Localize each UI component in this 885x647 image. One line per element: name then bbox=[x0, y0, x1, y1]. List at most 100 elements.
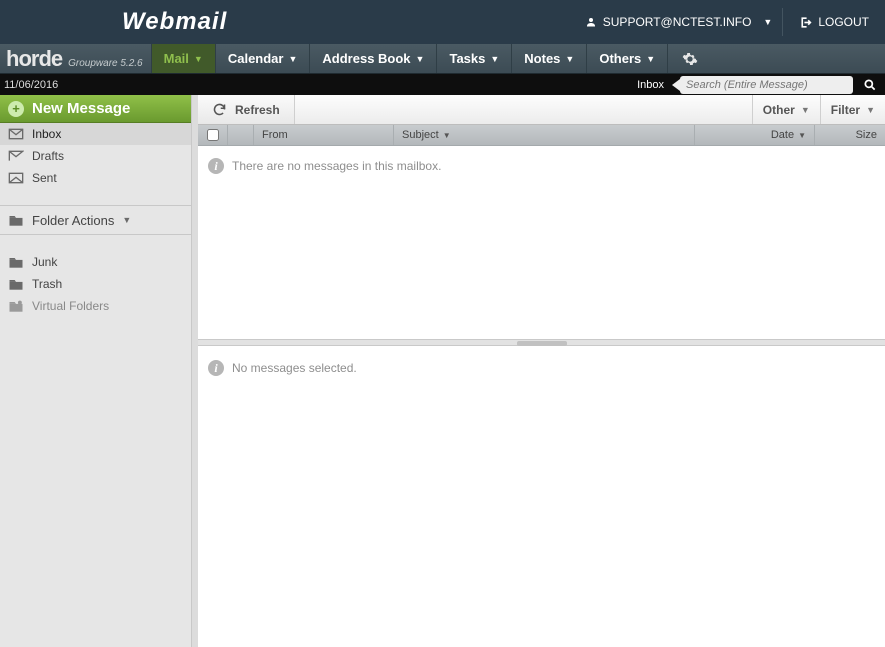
compose-button[interactable]: + New Message bbox=[0, 95, 191, 123]
column-from[interactable]: From bbox=[254, 125, 394, 145]
column-date[interactable]: Date ▼ bbox=[695, 125, 815, 145]
refresh-icon bbox=[212, 102, 227, 117]
caret-down-icon: ▼ bbox=[288, 54, 297, 64]
horde-version: Groupware 5.2.6 bbox=[68, 58, 143, 69]
caret-down-icon: ▼ bbox=[122, 215, 131, 225]
arrow-left-icon bbox=[672, 79, 680, 91]
folder-actions-label: Folder Actions bbox=[32, 213, 114, 228]
info-icon: i bbox=[208, 360, 224, 376]
sort-desc-icon: ▼ bbox=[798, 131, 806, 140]
logout-label: LOGOUT bbox=[818, 15, 869, 29]
nav-label: Notes bbox=[524, 51, 560, 66]
sidebar-mailbox-trash[interactable]: Trash bbox=[0, 273, 191, 295]
filter-label: Filter bbox=[831, 103, 860, 117]
caret-down-icon: ▼ bbox=[801, 105, 810, 115]
nav-label: Mail bbox=[164, 51, 189, 66]
nav-addressbook[interactable]: Address Book ▼ bbox=[309, 44, 436, 73]
sidebar-mailbox-drafts[interactable]: Drafts bbox=[0, 145, 191, 167]
sidebar-item-label: Inbox bbox=[32, 127, 61, 141]
plus-icon: + bbox=[8, 101, 24, 117]
logout-button[interactable]: LOGOUT bbox=[783, 15, 885, 29]
nav-label: Tasks bbox=[449, 51, 485, 66]
sidebar: + New Message Inbox Drafts Sent bbox=[0, 95, 192, 647]
refresh-button[interactable]: Refresh bbox=[198, 95, 295, 124]
column-flag[interactable] bbox=[228, 125, 254, 145]
sidebar-item-label: Virtual Folders bbox=[32, 299, 109, 313]
user-icon bbox=[585, 16, 597, 28]
sent-icon bbox=[8, 171, 24, 185]
caret-down-icon: ▼ bbox=[194, 54, 203, 64]
folder-icon bbox=[8, 277, 24, 291]
nav-notes[interactable]: Notes ▼ bbox=[511, 44, 586, 73]
drafts-icon bbox=[8, 149, 24, 163]
caret-down-icon: ▼ bbox=[416, 54, 425, 64]
column-size[interactable]: Size bbox=[815, 125, 885, 145]
preview-pane: i No messages selected. bbox=[198, 346, 885, 647]
nav-label: Calendar bbox=[228, 51, 284, 66]
nav-settings[interactable] bbox=[667, 44, 712, 73]
account-menu[interactable]: SUPPORT@NCTEST.INFO ▼ bbox=[575, 15, 783, 29]
folder-actions-group: Folder Actions ▼ bbox=[0, 205, 191, 235]
horde-logo[interactable]: horde Groupware 5.2.6 bbox=[0, 44, 151, 73]
folder-icon bbox=[8, 213, 24, 227]
compose-label: New Message bbox=[32, 100, 130, 117]
no-selection-notice: i No messages selected. bbox=[198, 346, 885, 390]
virtual-folder-icon bbox=[8, 299, 24, 313]
empty-mailbox-notice: i There are no messages in this mailbox. bbox=[198, 146, 885, 186]
nav-mail[interactable]: Mail ▼ bbox=[151, 44, 215, 73]
search-input[interactable] bbox=[680, 76, 853, 94]
message-list-body: i There are no messages in this mailbox. bbox=[198, 146, 885, 339]
folder-icon bbox=[8, 255, 24, 269]
sidebar-item-label: Junk bbox=[32, 255, 57, 269]
list-toolbar: Refresh Other ▼ Filter ▼ bbox=[198, 95, 885, 125]
search-button[interactable] bbox=[859, 74, 881, 96]
inbox-icon bbox=[8, 127, 24, 141]
horde-wordmark: horde bbox=[6, 44, 62, 74]
nav-tasks[interactable]: Tasks ▼ bbox=[436, 44, 511, 73]
main-area: + New Message Inbox Drafts Sent bbox=[0, 95, 885, 647]
no-selection-text: No messages selected. bbox=[232, 361, 357, 375]
webmail-logo: Webmail bbox=[0, 8, 227, 36]
nav-calendar[interactable]: Calendar ▼ bbox=[215, 44, 310, 73]
filter-menu[interactable]: Filter ▼ bbox=[820, 95, 885, 124]
context-mailbox-link[interactable]: Inbox bbox=[631, 79, 670, 91]
content-area: Refresh Other ▼ Filter ▼ From bbox=[198, 95, 885, 647]
nav-label: Address Book bbox=[322, 51, 410, 66]
folder-actions-menu[interactable]: Folder Actions ▼ bbox=[0, 206, 191, 234]
column-label: Date bbox=[771, 129, 794, 141]
caret-down-icon: ▼ bbox=[646, 54, 655, 64]
refresh-label: Refresh bbox=[235, 103, 280, 117]
sidebar-item-label: Trash bbox=[32, 277, 62, 291]
caret-down-icon: ▼ bbox=[490, 54, 499, 64]
sidebar-item-label: Sent bbox=[32, 171, 57, 185]
column-header-row: From Subject ▼ Date ▼ Size bbox=[198, 125, 885, 146]
nav-others[interactable]: Others ▼ bbox=[586, 44, 667, 73]
nav-label: Others bbox=[599, 51, 641, 66]
logout-icon bbox=[799, 16, 812, 29]
status-bar: 11/06/2016 Inbox bbox=[0, 74, 885, 95]
other-label: Other bbox=[763, 103, 795, 117]
sidebar-mailbox-sent[interactable]: Sent bbox=[0, 167, 191, 189]
gear-icon bbox=[682, 51, 698, 67]
empty-mailbox-text: There are no messages in this mailbox. bbox=[232, 159, 441, 173]
sidebar-virtual-folders[interactable]: Virtual Folders bbox=[0, 295, 191, 317]
message-list-pane: Refresh Other ▼ Filter ▼ From bbox=[198, 95, 885, 339]
caret-down-icon: ▼ bbox=[565, 54, 574, 64]
horizontal-splitter[interactable] bbox=[198, 339, 885, 346]
account-email: SUPPORT@NCTEST.INFO bbox=[603, 15, 752, 29]
other-menu[interactable]: Other ▼ bbox=[752, 95, 820, 124]
column-label: From bbox=[262, 129, 288, 141]
sidebar-mailbox-inbox[interactable]: Inbox bbox=[0, 123, 191, 145]
sort-desc-icon: ▼ bbox=[443, 131, 451, 140]
sidebar-mailbox-junk[interactable]: Junk bbox=[0, 251, 191, 273]
webmail-topbar: Webmail SUPPORT@NCTEST.INFO ▼ LOGOUT bbox=[0, 0, 885, 44]
caret-down-icon: ▼ bbox=[763, 17, 772, 27]
horde-navbar: horde Groupware 5.2.6 Mail ▼ Calendar ▼ … bbox=[0, 44, 885, 74]
info-icon: i bbox=[208, 158, 224, 174]
current-date: 11/06/2016 bbox=[0, 79, 58, 91]
sidebar-item-label: Drafts bbox=[32, 149, 64, 163]
caret-down-icon: ▼ bbox=[866, 105, 875, 115]
column-label: Size bbox=[856, 129, 877, 141]
column-subject[interactable]: Subject ▼ bbox=[394, 125, 695, 145]
select-all-checkbox[interactable] bbox=[198, 125, 228, 145]
